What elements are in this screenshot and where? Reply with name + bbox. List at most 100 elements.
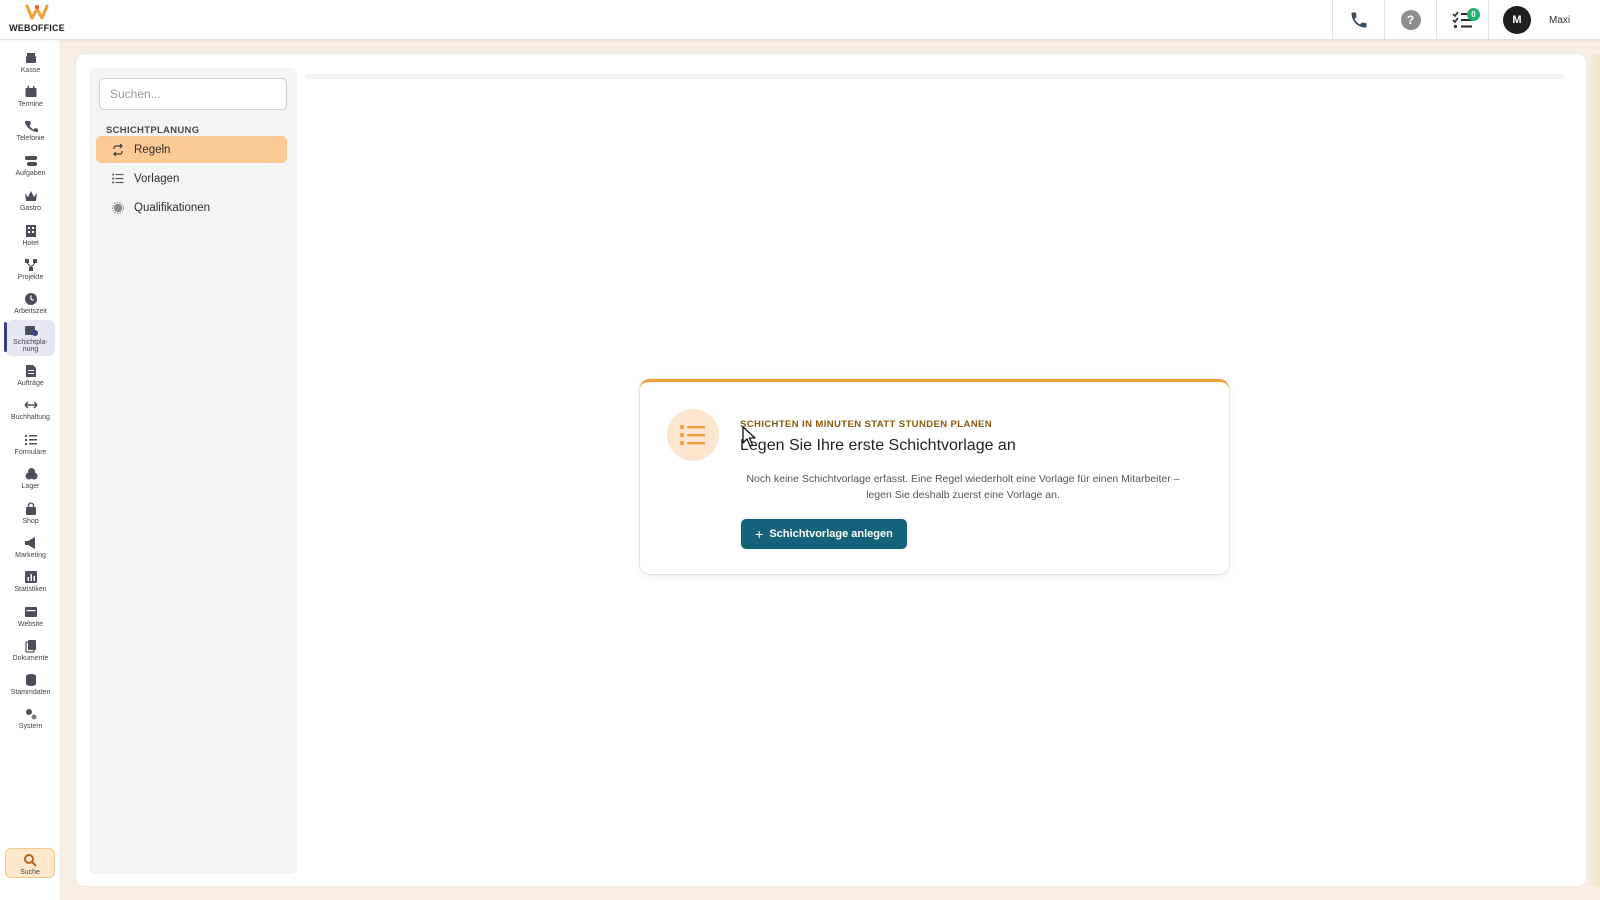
list-check-icon <box>24 435 37 445</box>
nav-item-buchhaltung[interactable]: Buchhaltung <box>6 395 55 429</box>
arrows-icon <box>23 401 38 409</box>
nav-item-label: Stammdaten <box>10 689 51 696</box>
plus-icon: + <box>755 526 764 542</box>
subnav-panel: SCHICHTPLANUNG Regeln Vorlagen Qualifika… <box>89 68 297 874</box>
calendar-icon <box>25 86 36 97</box>
empty-state-card: SCHICHTEN IN MINUTEN STATT STUNDEN PLANE… <box>640 379 1229 574</box>
nav-item-gastro[interactable]: Gastro <box>6 186 55 220</box>
chart-icon <box>24 571 37 583</box>
nav-item-aufgaben[interactable]: Aufgaben <box>6 151 55 185</box>
nav-item-arbeitszeit[interactable]: Arbeitszeit <box>6 289 55 323</box>
nav-item-dokumente[interactable]: Dokumente <box>6 636 55 670</box>
user-name: Maxi <box>1549 14 1571 26</box>
list-icon <box>680 425 705 445</box>
nav-item-label: Telefonie <box>16 135 45 142</box>
phone-button[interactable] <box>1332 0 1384 40</box>
top-bar: WEBOFFICE ? 0 M Maxi <box>0 0 1600 40</box>
tasks-count-badge: 0 <box>1467 8 1480 21</box>
subnav-item-label: Regeln <box>134 143 171 156</box>
left-nav: Kasse Termine Telefonie Aufgaben Gastro Hotel… <box>0 40 61 900</box>
nav-item-label: Formulare <box>14 449 47 456</box>
nav-item-schichtplanung[interactable]: Schichtpla- nung <box>4 320 55 356</box>
boxes-icon <box>25 468 37 480</box>
crown-icon <box>24 191 37 201</box>
loading-bar <box>305 74 1565 79</box>
nav-item-statistiken[interactable]: Statistiken <box>6 567 55 601</box>
nav-search-button[interactable]: Suche <box>5 848 55 878</box>
nav-item-formulare[interactable]: Formulare <box>6 430 55 464</box>
subnav-item-label: Vorlagen <box>134 172 180 185</box>
nav-item-label: Statistiken <box>14 586 47 593</box>
clock-icon <box>24 293 37 305</box>
phone-icon <box>1351 12 1366 28</box>
nav-item-marketing[interactable]: Marketing <box>6 533 55 567</box>
nav-item-aufträge[interactable]: Aufträge <box>6 361 55 395</box>
nav-item-label: Hotel <box>22 240 39 247</box>
search-icon <box>24 854 37 867</box>
help-button[interactable]: ? <box>1384 0 1436 40</box>
logo-text: WEBOFFICE <box>9 23 65 33</box>
subnav-section-title: SCHICHTPLANUNG <box>106 125 200 136</box>
nav-item-label: Dokumente <box>12 655 49 662</box>
user-menu[interactable]: M Maxi <box>1488 0 1600 40</box>
create-template-button[interactable]: + Schichtvorlage anlegen <box>741 519 907 549</box>
nav-item-stammdaten[interactable]: Stammdaten <box>6 670 55 704</box>
nav-item-label: Gastro <box>19 205 41 212</box>
nav-item-label: Aufgaben <box>15 170 46 177</box>
nav-item-label: Marketing <box>15 552 46 559</box>
nav-item-label: Termine <box>18 101 43 108</box>
badge-icon <box>112 201 124 214</box>
files-icon <box>24 640 36 653</box>
nav-item-telefonie[interactable]: Telefonie <box>6 116 55 150</box>
nav-item-label: Projekte <box>17 274 44 281</box>
mouse-cursor-icon <box>742 426 756 447</box>
nav-item-hotel[interactable]: Hotel <box>6 221 55 255</box>
subnav-item-vorlagen[interactable]: Vorlagen <box>96 165 287 192</box>
shift-calendar-icon <box>24 326 38 336</box>
repeat-icon <box>113 143 123 156</box>
nav-item-website[interactable]: Website <box>6 602 55 636</box>
cash-register-icon <box>25 53 36 63</box>
nav-item-label: Website <box>17 621 44 628</box>
empty-state-title: Legen Sie Ihre erste Schichtvorlage an <box>740 437 1016 454</box>
nav-item-label: Shop <box>22 518 39 525</box>
list-icon <box>112 173 124 184</box>
nav-item-lager[interactable]: Lager <box>6 464 55 498</box>
help-icon: ? <box>1400 10 1421 30</box>
app-logo[interactable]: WEBOFFICE <box>6 4 68 36</box>
logo-icon <box>25 4 49 20</box>
create-template-label: Schichtvorlage anlegen <box>769 528 893 540</box>
search-input[interactable] <box>99 78 287 110</box>
subnav-item-qualifikationen[interactable]: Qualifikationen <box>96 194 287 221</box>
nav-item-kasse[interactable]: Kasse <box>6 48 55 82</box>
phone-icon <box>24 121 38 132</box>
nav-item-projekte[interactable]: Projekte <box>6 255 55 289</box>
nav-item-label: Buchhaltung <box>11 414 50 421</box>
nav-item-label: Arbeitszeit <box>14 308 47 315</box>
nav-item-shop[interactable]: Shop <box>6 499 55 533</box>
empty-state-icon-circle <box>667 409 719 461</box>
nav-item-label: System <box>18 723 43 730</box>
window-icon <box>24 607 37 617</box>
subnav-item-regeln[interactable]: Regeln <box>96 136 287 163</box>
right-edge <box>1586 54 1600 886</box>
building-icon <box>25 225 36 237</box>
nav-search-label: Suche <box>20 869 40 876</box>
nav-item-label: Aufträge <box>17 380 44 387</box>
megaphone-icon <box>24 537 35 549</box>
bag-icon <box>25 502 36 515</box>
avatar: M <box>1503 6 1531 34</box>
nav-item-system[interactable]: System <box>6 704 55 738</box>
project-icon <box>24 259 37 271</box>
topbar-actions: ? 0 M Maxi <box>1332 0 1600 40</box>
nav-item-termine[interactable]: Termine <box>6 82 55 116</box>
subnav-item-label: Qualifikationen <box>134 201 211 214</box>
database-icon <box>25 674 36 686</box>
gears-icon <box>25 709 36 720</box>
document-icon <box>25 365 36 377</box>
empty-state-eyebrow: SCHICHTEN IN MINUTEN STATT STUNDEN PLANE… <box>740 419 992 430</box>
nav-item-label: Lager <box>21 483 40 490</box>
nav-item-label: Schichtpla- nung <box>13 339 48 353</box>
tasks-button[interactable]: 0 <box>1436 0 1488 40</box>
empty-state-description: Noch keine Schichtvorlage erfasst. Eine … <box>746 473 1180 501</box>
